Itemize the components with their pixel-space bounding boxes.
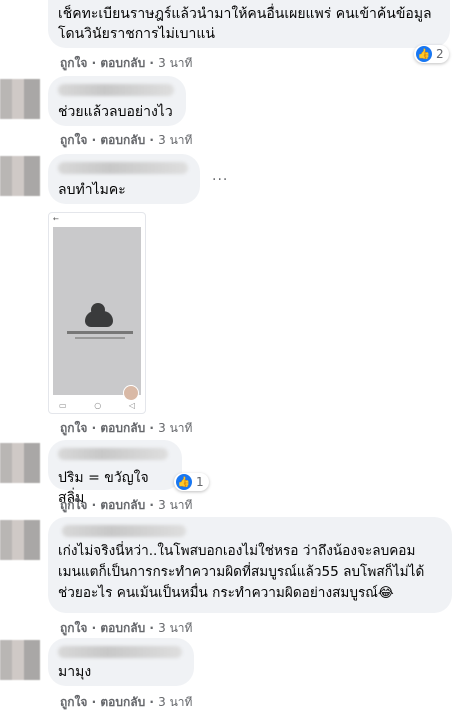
- like-link[interactable]: ถูกใจ: [60, 56, 87, 70]
- timestamp[interactable]: 3 นาที: [158, 133, 192, 147]
- avatar: [123, 385, 139, 401]
- thumbs-up-icon: 👍: [416, 46, 432, 62]
- avatar[interactable]: [0, 640, 40, 680]
- avatar[interactable]: [0, 520, 40, 560]
- commenter-name[interactable]: [58, 162, 188, 174]
- timestamp[interactable]: 3 นาที: [158, 621, 192, 635]
- comment-actions: ถูกใจ · ตอบกลับ · 3 นาที: [60, 621, 193, 635]
- comment-bubble: มามุง: [48, 638, 194, 686]
- comment-text: เช็คทะเบียนราษฎร์แล้วนำมาให้คนอื่นเผยแพร…: [58, 6, 432, 42]
- attached-image[interactable]: ← ▭ ○ ◁: [48, 212, 146, 414]
- comment-bubble: ช่วยแล้วลบอย่างไว: [48, 76, 186, 126]
- commenter-name[interactable]: [58, 646, 182, 658]
- comment-text: มามุง: [58, 664, 92, 680]
- comment-actions: ถูกใจ · ตอบกลับ · 3 นาที: [60, 56, 193, 70]
- timestamp[interactable]: 3 นาที: [158, 498, 192, 512]
- comment-text: ลบทำไมคะ: [58, 182, 126, 198]
- reply-link[interactable]: ตอบกลับ: [100, 421, 145, 435]
- avatar[interactable]: [0, 156, 40, 196]
- reaction-count[interactable]: 👍 1: [174, 473, 209, 491]
- comment-bubble: ปริม = ขวัญใจสลิ่ม: [48, 440, 182, 506]
- avatar[interactable]: [0, 443, 40, 483]
- reply-link[interactable]: ตอบกลับ: [100, 498, 145, 512]
- back-arrow-icon: ←: [53, 215, 59, 223]
- more-options-icon[interactable]: ···: [212, 172, 228, 188]
- comment-text: เก่งไม่จริงนี่หว่า..ในโพสบอกเองไม่ใช่หรอ…: [58, 543, 425, 601]
- like-link[interactable]: ถูกใจ: [60, 421, 87, 435]
- comment-actions: ถูกใจ · ตอบกลับ · 3 นาที: [60, 695, 193, 709]
- comment-actions: ถูกใจ · ตอบกลับ · 3 นาที: [60, 421, 193, 435]
- like-link[interactable]: ถูกใจ: [60, 498, 87, 512]
- reply-link[interactable]: ตอบกลับ: [100, 133, 145, 147]
- timestamp[interactable]: 3 นาที: [158, 695, 192, 709]
- commenter-name[interactable]: [62, 525, 186, 537]
- comment-bubble: เช็คทะเบียนราษฎร์แล้วนำมาให้คนอื่นเผยแพร…: [48, 0, 450, 48]
- thumbs-up-icon: 👍: [176, 474, 192, 490]
- reaction-count[interactable]: 👍 2: [414, 45, 449, 63]
- avatar[interactable]: [0, 79, 40, 119]
- reply-link[interactable]: ตอบกลับ: [100, 621, 145, 635]
- like-link[interactable]: ถูกใจ: [60, 133, 87, 147]
- commenter-name[interactable]: [58, 84, 174, 96]
- comment-actions: ถูกใจ · ตอบกลับ · 3 นาที: [60, 498, 193, 512]
- comment-text: ช่วยแล้วลบอย่างไว: [58, 104, 173, 120]
- cloud-icon: [85, 303, 113, 327]
- comment-bubble: เก่งไม่จริงนี่หว่า..ในโพสบอกเองไม่ใช่หรอ…: [48, 517, 452, 613]
- comment-bubble: ลบทำไมคะ: [48, 154, 200, 204]
- reply-link[interactable]: ตอบกลับ: [100, 56, 145, 70]
- like-link[interactable]: ถูกใจ: [60, 621, 87, 635]
- comment-actions: ถูกใจ · ตอบกลับ · 3 นาที: [60, 133, 193, 147]
- reply-link[interactable]: ตอบกลับ: [100, 695, 145, 709]
- like-link[interactable]: ถูกใจ: [60, 695, 87, 709]
- timestamp[interactable]: 3 นาที: [158, 421, 192, 435]
- commenter-name[interactable]: [58, 448, 168, 460]
- timestamp[interactable]: 3 นาที: [158, 56, 192, 70]
